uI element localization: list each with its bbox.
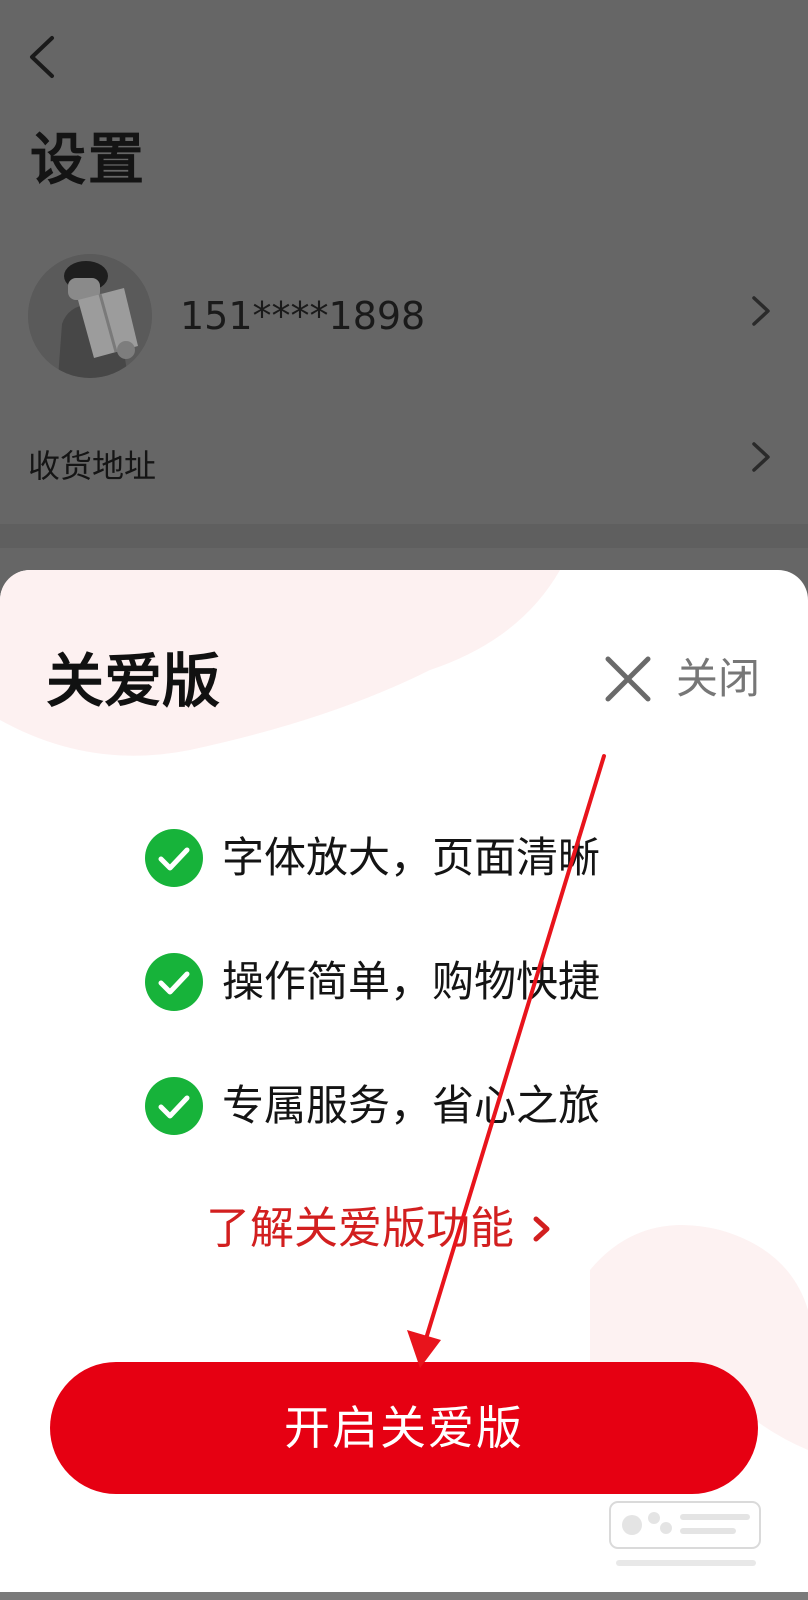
enable-care-mode-button[interactable]: 开启关爱版 <box>50 1362 758 1494</box>
close-button[interactable]: 关闭 <box>602 648 760 710</box>
section-divider <box>0 524 808 548</box>
sheet-title: 关爱版 <box>46 647 221 715</box>
learn-more-link[interactable]: 了解关爱版功能 <box>206 1200 556 1258</box>
close-label: 关闭 <box>675 654 760 703</box>
care-mode-sheet: 关爱版 关闭 字体放大，页面清晰 操作简单，购物快捷 专属服务，省心之旅 了解关… <box>0 570 808 1600</box>
home-indicator-strip <box>0 1592 808 1600</box>
chevron-right-icon <box>528 1211 556 1247</box>
learn-more-label: 了解关爱版功能 <box>206 1203 514 1254</box>
address-row-arrow[interactable] <box>748 440 774 474</box>
feature-list: 字体放大，页面清晰 操作简单，购物快捷 专属服务，省心之旅 <box>144 826 704 1198</box>
avatar[interactable] <box>28 254 152 378</box>
chevron-right-icon <box>748 440 774 474</box>
feature-text: 操作简单，购物快捷 <box>222 957 601 1006</box>
watermark-logo <box>606 1494 766 1580</box>
back-button[interactable] <box>22 30 66 84</box>
chevron-right-icon <box>748 294 774 328</box>
page-title: 设置 <box>30 128 146 193</box>
feature-item: 字体放大，页面清晰 <box>144 826 704 890</box>
feature-item: 操作简单，购物快捷 <box>144 950 704 1014</box>
chevron-left-icon <box>22 30 66 84</box>
close-icon <box>602 653 654 705</box>
check-circle-icon <box>144 1076 204 1136</box>
check-circle-icon <box>144 828 204 888</box>
address-row-label[interactable]: 收货地址 <box>28 446 156 486</box>
account-row-arrow[interactable] <box>748 294 774 328</box>
enable-care-mode-label: 开启关爱版 <box>284 1401 524 1455</box>
feature-text: 专属服务，省心之旅 <box>222 1081 601 1130</box>
account-phone[interactable]: 151****1898 <box>180 292 425 340</box>
check-circle-icon <box>144 952 204 1012</box>
feature-item: 专属服务，省心之旅 <box>144 1074 704 1138</box>
feature-text: 字体放大，页面清晰 <box>222 833 601 882</box>
